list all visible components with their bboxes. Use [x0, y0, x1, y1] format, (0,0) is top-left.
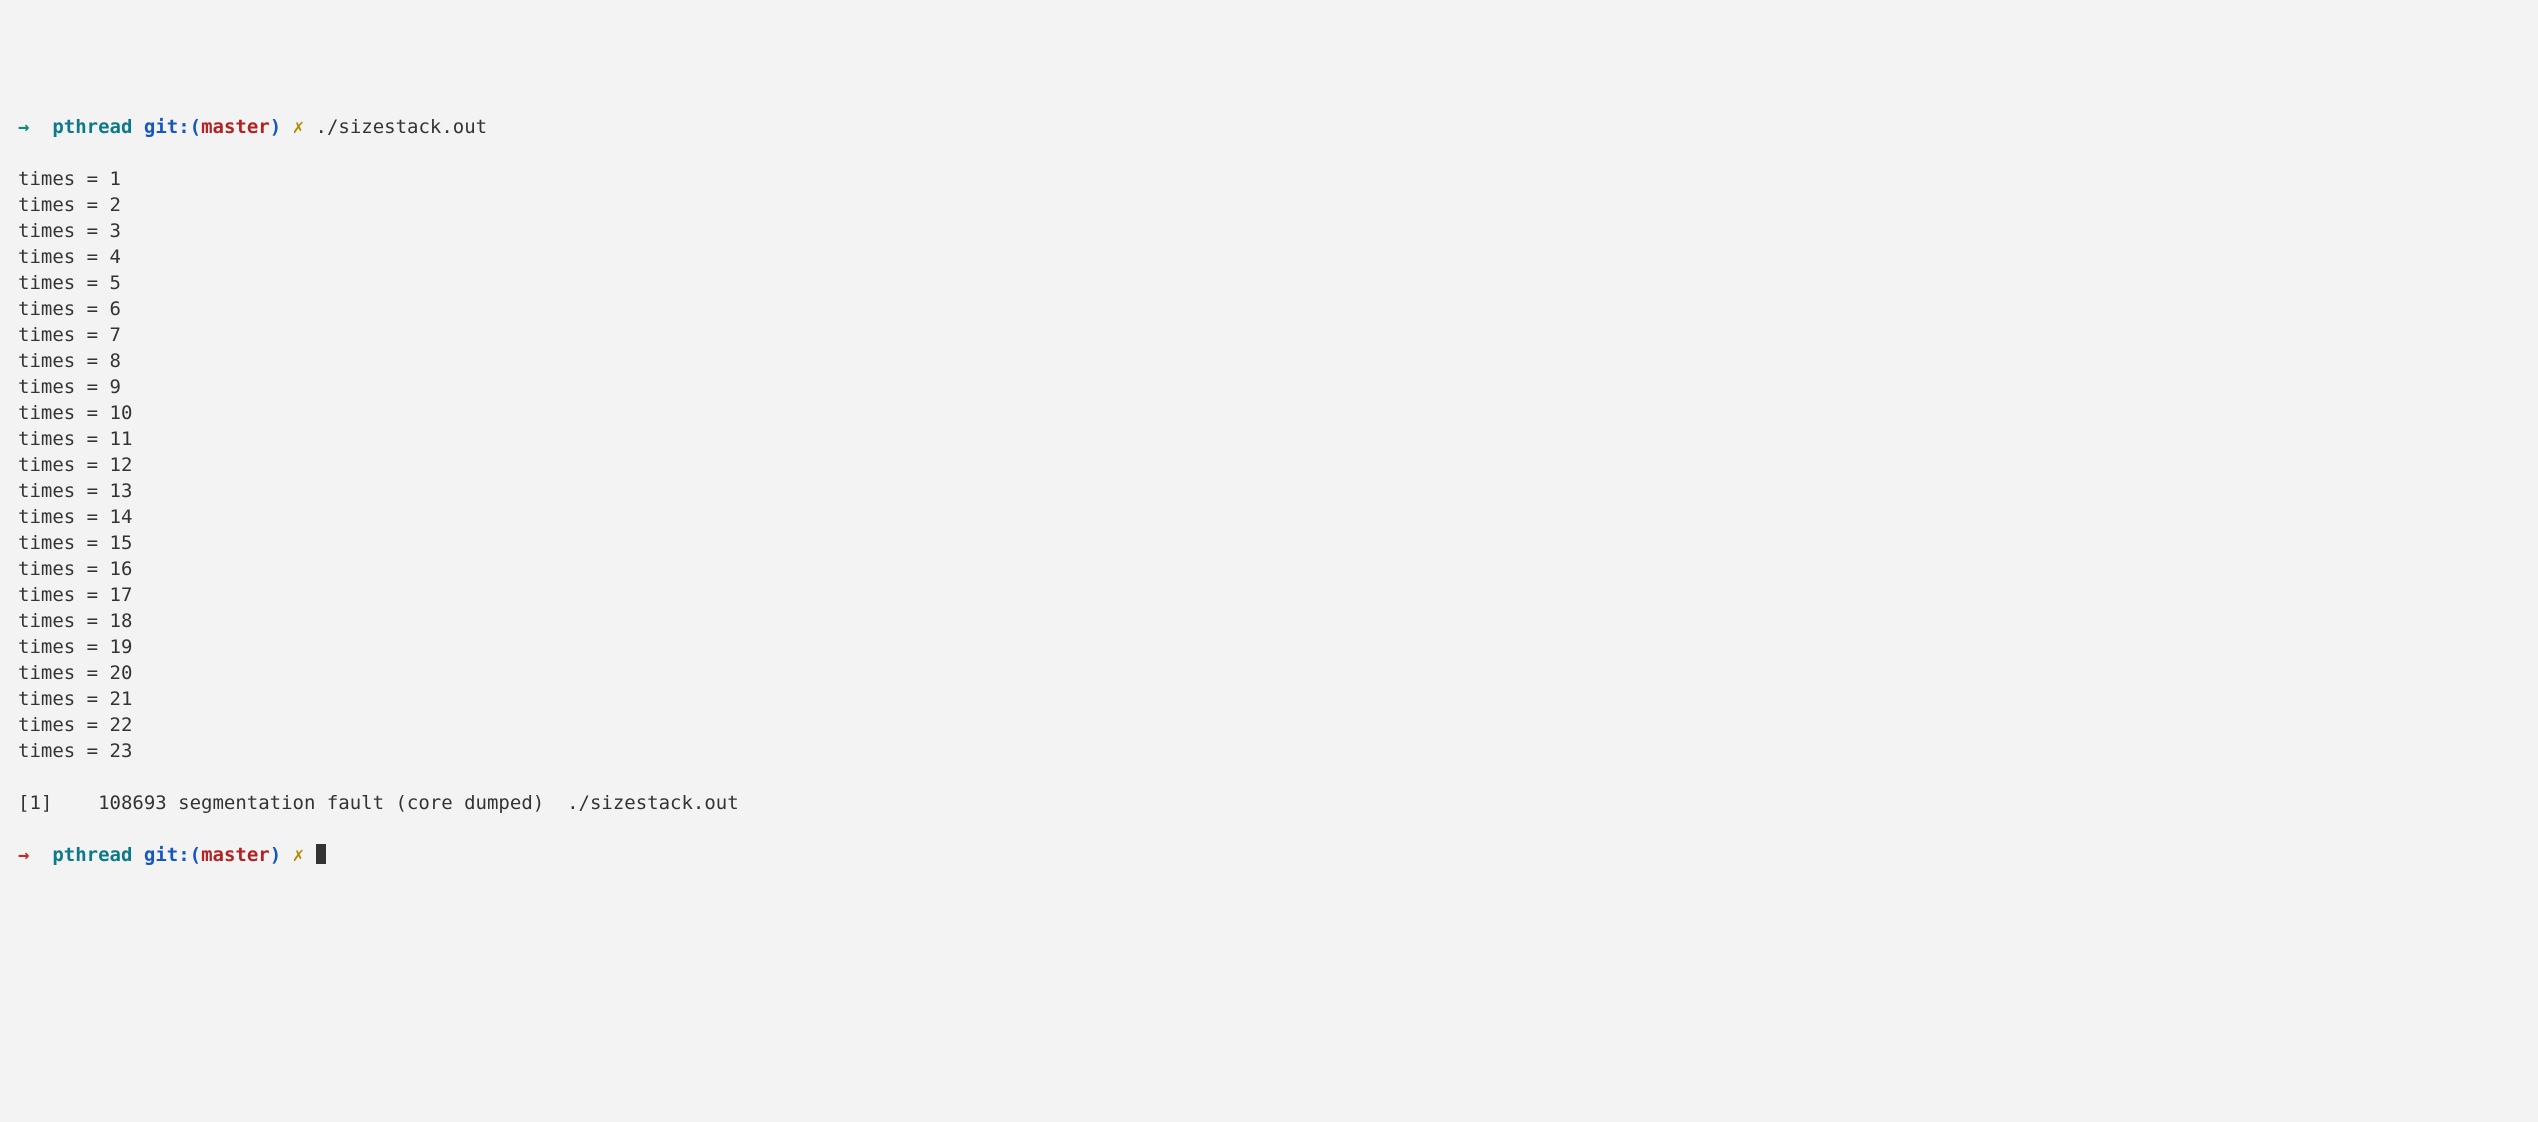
segfault-line: [1] 108693 segmentation fault (core dump… — [18, 790, 2520, 816]
output-line: times = 14 — [18, 504, 2520, 530]
output-line: times = 6 — [18, 296, 2520, 322]
prompt-line-1[interactable]: → pthread git:(master) ✗ ./sizestack.out — [18, 114, 2520, 140]
output-line: times = 3 — [18, 218, 2520, 244]
cwd-name: pthread — [52, 116, 132, 138]
git-branch: master — [201, 844, 270, 866]
output-line: times = 11 — [18, 426, 2520, 452]
output-line: times = 17 — [18, 582, 2520, 608]
output-line: times = 20 — [18, 660, 2520, 686]
terminal-output: times = 1times = 2times = 3times = 4time… — [18, 166, 2520, 764]
prompt-line-2[interactable]: → pthread git:(master) ✗ — [18, 842, 2520, 868]
git-suffix: ) — [270, 844, 281, 866]
git-prefix: git:( — [144, 116, 201, 138]
output-line: times = 4 — [18, 244, 2520, 270]
output-line: times = 16 — [18, 556, 2520, 582]
output-line: times = 21 — [18, 686, 2520, 712]
output-line: times = 15 — [18, 530, 2520, 556]
output-line: times = 7 — [18, 322, 2520, 348]
output-line: times = 18 — [18, 608, 2520, 634]
output-line: times = 19 — [18, 634, 2520, 660]
output-line: times = 5 — [18, 270, 2520, 296]
output-line: times = 22 — [18, 712, 2520, 738]
output-line: times = 2 — [18, 192, 2520, 218]
output-line: times = 23 — [18, 738, 2520, 764]
git-suffix: ) — [270, 116, 281, 138]
dirty-icon: ✗ — [293, 844, 304, 866]
dirty-icon: ✗ — [293, 116, 304, 138]
cursor-icon — [316, 844, 326, 864]
output-line: times = 1 — [18, 166, 2520, 192]
output-line: times = 12 — [18, 452, 2520, 478]
cwd-name: pthread — [52, 844, 132, 866]
git-prefix: git:( — [144, 844, 201, 866]
output-line: times = 10 — [18, 400, 2520, 426]
output-line: times = 9 — [18, 374, 2520, 400]
git-branch: master — [201, 116, 270, 138]
command-text: ./sizestack.out — [316, 116, 488, 138]
arrow-icon: → — [18, 116, 29, 138]
arrow-icon: → — [18, 844, 29, 866]
output-line: times = 8 — [18, 348, 2520, 374]
output-line: times = 13 — [18, 478, 2520, 504]
